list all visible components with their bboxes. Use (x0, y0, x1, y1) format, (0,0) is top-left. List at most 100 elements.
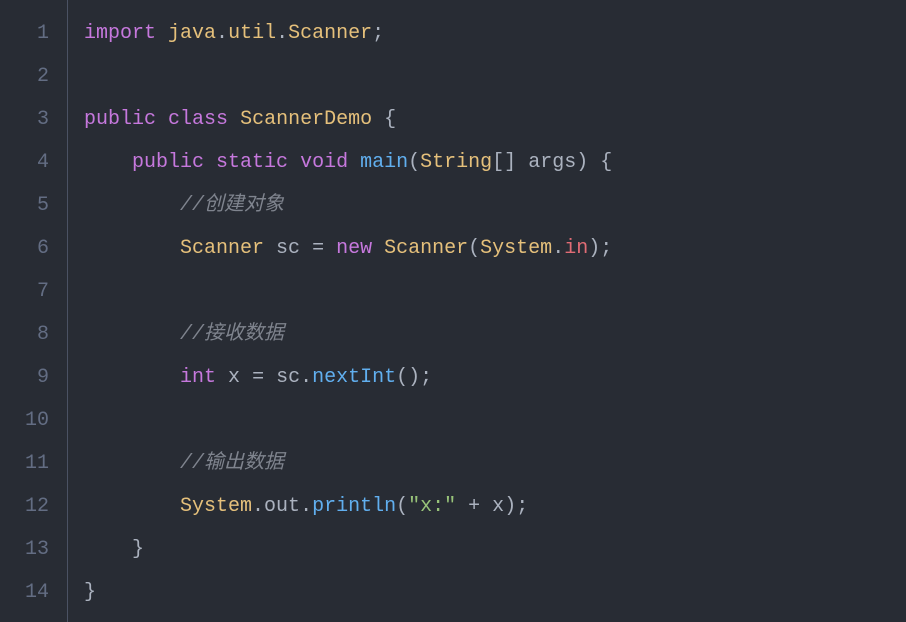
whitespace (204, 151, 216, 174)
keyword-class: class (168, 108, 228, 131)
variable-name: sc (276, 237, 300, 260)
semicolon: ; (516, 495, 528, 518)
variable-ref: x (492, 495, 504, 518)
brace-open: { (600, 151, 612, 174)
code-line: Scanner sc = new Scanner(System.in); (84, 227, 906, 270)
param-name: args (528, 151, 576, 174)
whitespace (216, 366, 228, 389)
method-call: println (312, 495, 396, 518)
whitespace (264, 366, 276, 389)
string-literal: "x:" (408, 495, 456, 518)
indent (84, 366, 180, 389)
whitespace (228, 108, 240, 131)
brace-close: } (84, 581, 96, 604)
code-line: System.out.println("x:" + x); (84, 485, 906, 528)
dot: . (300, 495, 312, 518)
dot: . (300, 366, 312, 389)
dot: . (276, 22, 288, 45)
line-number: 3 (0, 98, 67, 141)
whitespace (324, 237, 336, 260)
whitespace (372, 237, 384, 260)
operator-equals: = (312, 237, 324, 260)
code-line: //输出数据 (84, 442, 906, 485)
whitespace (264, 237, 276, 260)
class-name: System (480, 237, 552, 260)
type-int: int (180, 366, 216, 389)
paren-close: ) (504, 495, 516, 518)
whitespace (372, 108, 384, 131)
indent (84, 495, 180, 518)
keyword-void: void (300, 151, 348, 174)
whitespace (288, 151, 300, 174)
keyword-static: static (216, 151, 288, 174)
indent (84, 323, 180, 346)
method-call: nextInt (312, 366, 396, 389)
whitespace (156, 108, 168, 131)
whitespace (300, 237, 312, 260)
whitespace (588, 151, 600, 174)
line-number: 6 (0, 227, 67, 270)
code-line (84, 270, 906, 313)
comment: //接收数据 (180, 323, 284, 346)
dot: . (252, 495, 264, 518)
namespace: java (168, 22, 216, 45)
keyword-import: import (84, 22, 156, 45)
indent (84, 194, 180, 217)
code-line: } (84, 571, 906, 614)
line-number: 11 (0, 442, 67, 485)
indent (84, 538, 132, 561)
indent (84, 452, 180, 475)
comment: //创建对象 (180, 194, 284, 217)
indent (84, 237, 180, 260)
paren-open: ( (468, 237, 480, 260)
code-line: } (84, 528, 906, 571)
class-name: Scanner (288, 22, 372, 45)
line-number: 2 (0, 55, 67, 98)
method-name: main (360, 151, 408, 174)
line-number: 1 (0, 12, 67, 55)
line-number: 5 (0, 184, 67, 227)
line-number-gutter: 1 2 3 4 5 6 7 8 9 10 11 12 13 14 (0, 0, 68, 622)
namespace: util (228, 22, 276, 45)
keyword-public: public (84, 108, 156, 131)
code-line: public static void main(String[] args) { (84, 141, 906, 184)
paren-close: ) (588, 237, 600, 260)
line-number: 10 (0, 399, 67, 442)
paren-close: ) (576, 151, 588, 174)
keyword-public: public (132, 151, 204, 174)
dot: . (552, 237, 564, 260)
line-number: 8 (0, 313, 67, 356)
variable-name: x (228, 366, 240, 389)
dot: . (216, 22, 228, 45)
whitespace (456, 495, 468, 518)
whitespace (156, 22, 168, 45)
whitespace (480, 495, 492, 518)
code-editor[interactable]: import java.util.Scanner; public class S… (68, 0, 906, 622)
array-brackets: [] (492, 151, 516, 174)
object-ref: sc (276, 366, 300, 389)
brace-close: } (132, 538, 144, 561)
brace-open: { (384, 108, 396, 131)
line-number: 12 (0, 485, 67, 528)
code-line: int x = sc.nextInt(); (84, 356, 906, 399)
operator-plus: + (468, 495, 480, 518)
line-number: 9 (0, 356, 67, 399)
line-number: 4 (0, 141, 67, 184)
line-number: 13 (0, 528, 67, 571)
code-line: import java.util.Scanner; (84, 12, 906, 55)
paren-open: ( (396, 495, 408, 518)
type-name: Scanner (180, 237, 264, 260)
semicolon: ; (372, 22, 384, 45)
class-name: System (180, 495, 252, 518)
code-line (84, 55, 906, 98)
keyword-new: new (336, 237, 372, 260)
parens: () (396, 366, 420, 389)
field-name: in (564, 237, 588, 260)
paren-open: ( (408, 151, 420, 174)
whitespace (240, 366, 252, 389)
field-name: out (264, 495, 300, 518)
line-number: 7 (0, 270, 67, 313)
indent (84, 151, 132, 174)
class-name: ScannerDemo (240, 108, 372, 131)
whitespace (516, 151, 528, 174)
